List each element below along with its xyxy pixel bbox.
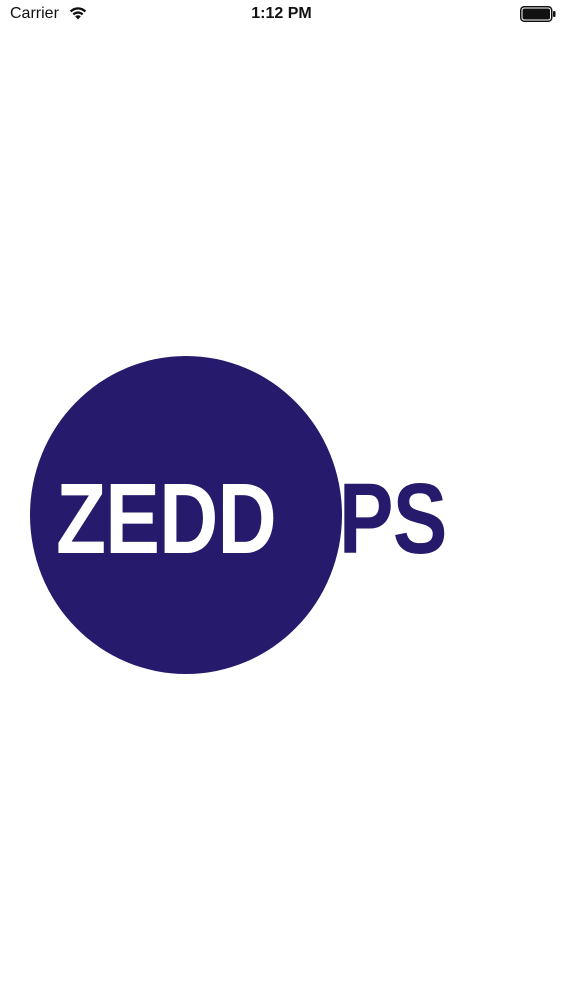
logo-wordmark: ZEDDGPS bbox=[56, 464, 447, 574]
splash-screen: ZEDDGPS bbox=[0, 0, 563, 1000]
zeddgps-logo: ZEDDGPS bbox=[30, 356, 550, 674]
logo-word-gps: GPS bbox=[275, 463, 448, 575]
logo-word-zedd: ZEDD bbox=[56, 463, 277, 575]
